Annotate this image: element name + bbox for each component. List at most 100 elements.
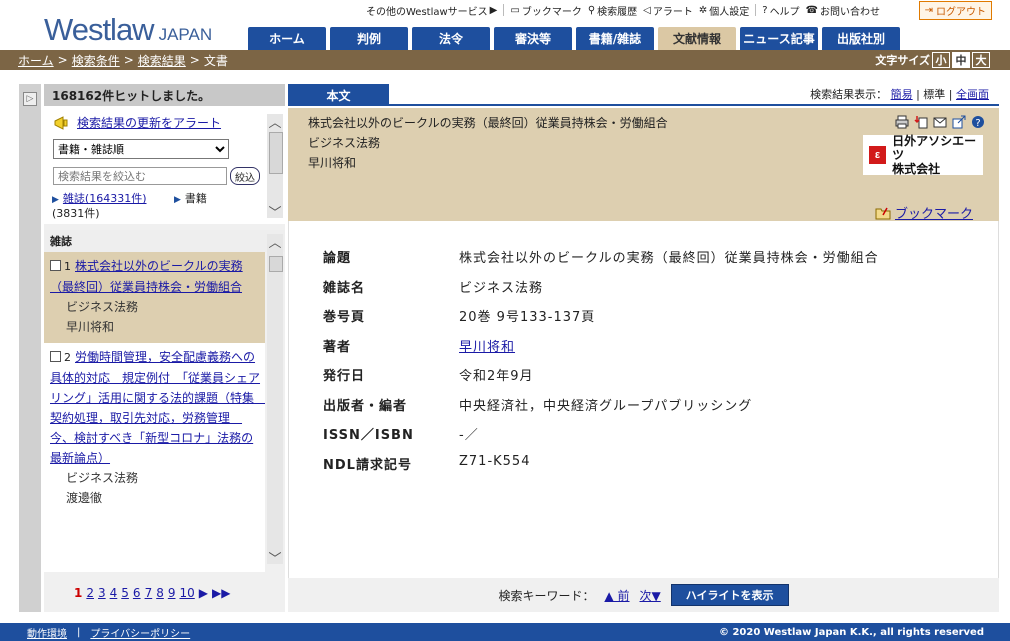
display-full-link[interactable]: 全画面 bbox=[956, 88, 989, 101]
list-item: 2 労働時間管理，安全配慮義務への具体的対応 規定例付 「従業員シェアリング」活用… bbox=[44, 343, 265, 514]
chevron-down-icon[interactable]: ﹀ bbox=[267, 204, 283, 221]
result-alert-label[interactable]: 検索結果の更新をアラート bbox=[77, 114, 221, 131]
nav-tab[interactable]: 判例 bbox=[330, 27, 408, 50]
search-controls: 検索結果の更新をアラート 書籍・雑誌順 絞込 ▶ 雑誌(164331件) ▶ 書籍 … bbox=[44, 106, 285, 224]
breadcrumb-sep: > bbox=[123, 53, 134, 67]
item-publication: ビジネス法務 bbox=[66, 471, 139, 485]
page-link[interactable]: 3 bbox=[98, 586, 106, 600]
footer-env-link[interactable]: 動作環境 bbox=[27, 625, 67, 640]
item-title-link[interactable]: 株式会社以外のビークルの実務（最終回）従業員持株会・労働組合 bbox=[50, 259, 243, 294]
bookmark-action[interactable]: ブックマーク bbox=[875, 203, 973, 222]
breadcrumb-sep: > bbox=[189, 53, 200, 67]
item-author: 早川将和 bbox=[66, 320, 115, 334]
author-link[interactable]: 早川将和 bbox=[459, 336, 515, 355]
item-publication: ビジネス法務 bbox=[66, 300, 139, 314]
sort-select[interactable]: 書籍・雑誌順 bbox=[53, 139, 229, 159]
help-link[interactable]: ? ヘルプ bbox=[762, 3, 799, 18]
next-page-icon[interactable]: ▶ bbox=[199, 586, 208, 600]
divider bbox=[503, 4, 505, 16]
display-standard: 標準 bbox=[923, 88, 946, 101]
doc-field: 雑誌名 ビジネス法務 bbox=[323, 277, 543, 296]
facet-filter: ▶ 雑誌(164331件) ▶ 書籍 (3831件) bbox=[52, 192, 252, 221]
controls-scrollbar[interactable]: ︿ ﹀ bbox=[267, 114, 283, 221]
doc-field: NDL請求記号 Z71-K554 bbox=[323, 454, 530, 473]
breadcrumb-search-results[interactable]: 検索結果 bbox=[138, 52, 186, 69]
new-window-icon[interactable] bbox=[952, 115, 966, 129]
facet-book-label[interactable]: 書籍 bbox=[185, 192, 207, 205]
doc-tab-row: 本文 検索結果表示： 簡易 | 標準 | 全画面 bbox=[288, 84, 999, 106]
nav-tab[interactable]: ホーム bbox=[248, 27, 326, 50]
highlight-button[interactable]: ハイライトを表示 bbox=[670, 584, 789, 606]
chevron-up-icon[interactable]: ︿ bbox=[267, 234, 283, 251]
field-value: ビジネス法務 bbox=[459, 280, 544, 296]
summary-author: 早川将和 bbox=[308, 156, 357, 170]
collapse-panel-icon[interactable]: ▷ bbox=[23, 92, 37, 106]
item-checkbox[interactable] bbox=[50, 260, 61, 271]
contact-link[interactable]: ☎ お問い合わせ bbox=[806, 3, 880, 18]
left-panel: 168162件ヒットしました。 検索結果の更新をアラート 書籍・雑誌順 絞込 ▶… bbox=[44, 84, 285, 612]
page-link[interactable]: 2 bbox=[86, 586, 94, 600]
settings-link[interactable]: ✲ 個人設定 bbox=[699, 3, 749, 18]
item-title-link[interactable]: 労働時間管理，安全配慮義務への具体的対応 規定例付 「従業員シェアリング」活用に… bbox=[50, 350, 265, 465]
facet-magazine-link[interactable]: 雑誌(164331件) bbox=[63, 192, 147, 205]
other-services-link[interactable]: その他のWestlawサービス ▶ bbox=[366, 3, 497, 18]
hit-count: 168162件ヒットしました。 bbox=[44, 84, 285, 106]
field-key: ISSN／ISBN bbox=[323, 428, 414, 443]
nav-tab[interactable]: 法令 bbox=[412, 27, 490, 50]
nav-tab[interactable]: 文献情報 bbox=[658, 27, 736, 50]
help-icon[interactable]: ? bbox=[971, 115, 985, 129]
field-value: 20巻 9号133-137頁 bbox=[459, 310, 596, 325]
font-size-medium-button[interactable]: 中 bbox=[952, 52, 970, 68]
scrollbar-thumb[interactable] bbox=[269, 256, 283, 272]
field-value: 中央経済社，中央経済グループパブリッシング bbox=[459, 398, 753, 414]
scrollbar-thumb[interactable] bbox=[269, 132, 283, 174]
page-link[interactable]: 9 bbox=[168, 586, 176, 600]
field-key: NDL請求記号 bbox=[323, 457, 412, 473]
footer-privacy-link[interactable]: プライバシーポリシー bbox=[90, 625, 190, 640]
page-link[interactable]: 6 bbox=[133, 586, 141, 600]
bookmark-link[interactable]: ▭ ブックマーク bbox=[510, 3, 581, 18]
font-size-large-button[interactable]: 大 bbox=[972, 52, 990, 68]
page-link[interactable]: 10 bbox=[179, 586, 194, 600]
history-link[interactable]: ⚲ 検索履歴 bbox=[588, 3, 637, 18]
download-icon[interactable] bbox=[914, 115, 928, 129]
keyword-next-link[interactable]: 次▼ bbox=[640, 587, 661, 604]
doc-tools: ? bbox=[895, 115, 985, 129]
breadcrumb-search-conditions[interactable]: 検索条件 bbox=[72, 52, 120, 69]
display-label: 検索結果表示： bbox=[810, 88, 888, 101]
logout-button[interactable]: ⇥ ログアウト bbox=[918, 0, 992, 20]
result-alert-link[interactable]: 検索結果の更新をアラート bbox=[54, 114, 221, 131]
page-link[interactable]: 5 bbox=[121, 586, 129, 600]
doc-summary-text: 株式会社以外のビークルの実務（最終回）従業員持株会・労働組合 ビジネス法務 早川… bbox=[308, 113, 668, 173]
page-link[interactable]: 4 bbox=[110, 586, 118, 600]
bookmark-link[interactable]: ブックマーク bbox=[895, 203, 973, 222]
settings-label: 個人設定 bbox=[709, 6, 750, 18]
item-checkbox[interactable] bbox=[50, 351, 61, 362]
breadcrumb-home[interactable]: ホーム bbox=[18, 52, 54, 69]
doc-field: 著者 早川将和 bbox=[323, 336, 515, 355]
mail-icon[interactable] bbox=[933, 115, 947, 129]
narrow-button[interactable]: 絞込 bbox=[230, 167, 260, 185]
page-link: 1 bbox=[74, 586, 83, 600]
last-page-icon[interactable]: ▶▶ bbox=[212, 586, 230, 600]
chevron-down-icon[interactable]: ﹀ bbox=[267, 550, 283, 567]
nav-tab[interactable]: 審決等 bbox=[494, 27, 572, 50]
alert-link[interactable]: ◁ アラート bbox=[643, 3, 693, 18]
page-link[interactable]: 7 bbox=[145, 586, 153, 600]
display-simple-link[interactable]: 簡易 bbox=[891, 88, 913, 101]
chevron-up-icon[interactable]: ︿ bbox=[267, 114, 283, 131]
narrow-input[interactable] bbox=[53, 167, 227, 185]
nav-tab[interactable]: 書籍/雑誌 bbox=[576, 27, 654, 50]
list-scrollbar[interactable]: ︿ ﹀ bbox=[267, 234, 283, 567]
tab-body[interactable]: 本文 bbox=[288, 84, 389, 106]
page-link[interactable]: 8 bbox=[156, 586, 164, 600]
westlaw-logo[interactable]: Westlaw JAPAN bbox=[44, 12, 212, 48]
help-label: ヘルプ bbox=[769, 6, 800, 18]
nav-tab[interactable]: ニュース記事 bbox=[740, 27, 818, 50]
contact-label: お問い合わせ bbox=[820, 6, 881, 18]
keyword-prev-link[interactable]: ▲ 前 bbox=[604, 587, 629, 604]
font-size-small-button[interactable]: 小 bbox=[932, 52, 950, 68]
print-icon[interactable] bbox=[895, 115, 909, 129]
section-header: 雑誌 bbox=[44, 230, 285, 252]
nav-tab[interactable]: 出版社別 bbox=[822, 27, 900, 50]
